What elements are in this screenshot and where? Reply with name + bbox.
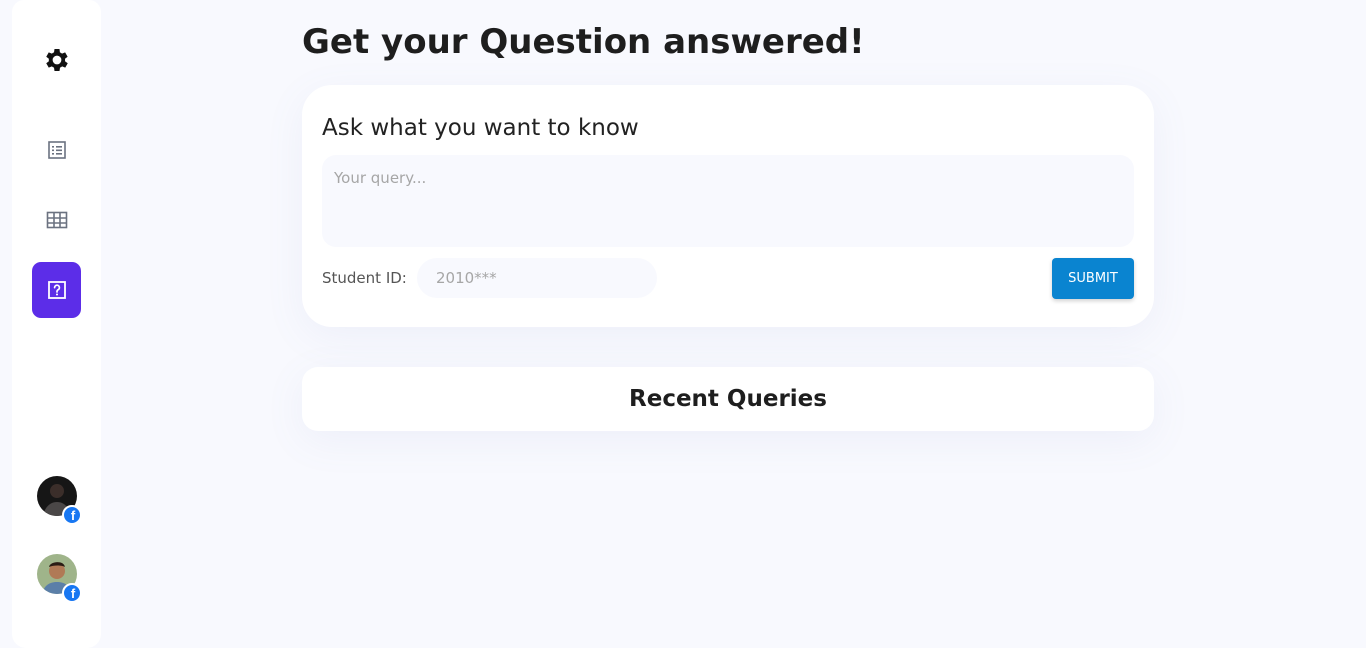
recent-queries-title: Recent Queries bbox=[629, 386, 827, 412]
facebook-icon: f bbox=[62, 505, 82, 525]
list-icon bbox=[47, 140, 67, 160]
grid-table-icon bbox=[46, 211, 68, 229]
ask-question-card: Ask what you want to know Student ID: SU… bbox=[302, 85, 1154, 327]
student-id-label: Student ID: bbox=[322, 269, 407, 287]
question-icon bbox=[47, 280, 67, 300]
profile-avatar-2[interactable]: f bbox=[37, 554, 82, 603]
facebook-icon: f bbox=[62, 583, 82, 603]
nav-item-table[interactable] bbox=[32, 192, 81, 248]
ask-heading: Ask what you want to know bbox=[322, 115, 639, 141]
sidebar: f f bbox=[12, 0, 101, 648]
submit-button[interactable]: SUBMIT bbox=[1052, 258, 1134, 299]
nav-item-list[interactable] bbox=[32, 122, 81, 178]
query-input[interactable] bbox=[322, 155, 1134, 247]
profile-avatar-1[interactable]: f bbox=[37, 476, 82, 525]
nav-item-question[interactable] bbox=[32, 262, 81, 318]
gear-icon bbox=[42, 45, 72, 75]
recent-queries-card: Recent Queries bbox=[302, 367, 1154, 431]
settings-button[interactable] bbox=[32, 32, 81, 88]
student-id-input[interactable] bbox=[417, 258, 657, 298]
page-title: Get your Question answered! bbox=[302, 22, 865, 62]
